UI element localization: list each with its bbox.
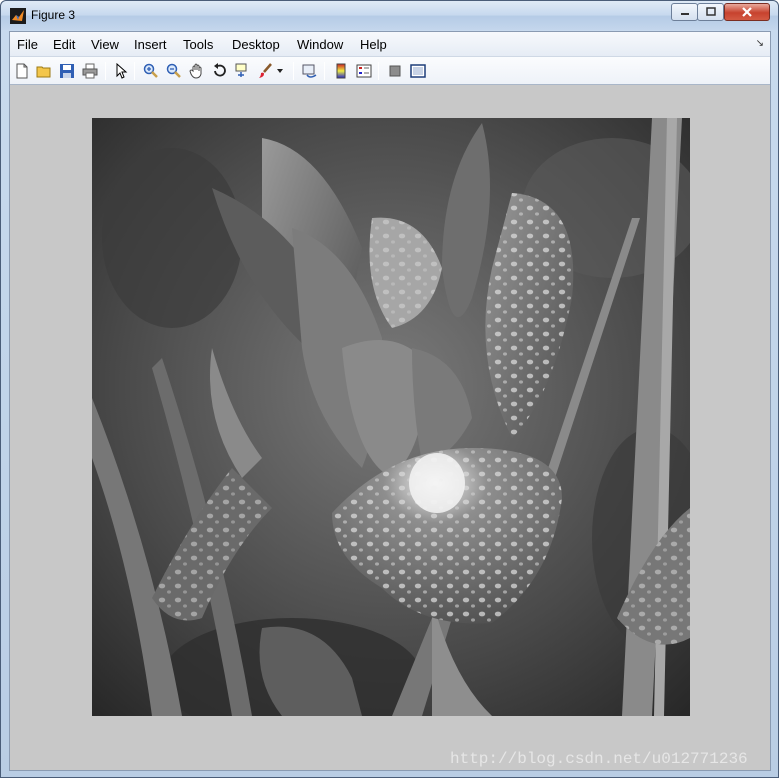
toolbar-separator bbox=[293, 62, 294, 80]
brush-icon bbox=[259, 63, 272, 78]
edit-plot-button[interactable] bbox=[111, 61, 131, 81]
close-button[interactable] bbox=[724, 3, 770, 21]
hide-plot-tools-icon bbox=[389, 65, 401, 77]
brush-dropdown[interactable] bbox=[275, 61, 285, 81]
menu-insert[interactable]: Insert bbox=[134, 37, 167, 52]
zoom-in-icon bbox=[143, 63, 158, 78]
zoom-out-icon bbox=[166, 63, 181, 78]
menu-tools[interactable]: Tools bbox=[183, 37, 213, 52]
pan-hand-icon bbox=[189, 63, 202, 79]
figure-canvas bbox=[10, 86, 770, 770]
menu-bar: File Edit View Insert Tools Desktop Wind… bbox=[10, 32, 770, 57]
insert-colorbar-icon bbox=[336, 63, 346, 79]
title-bar[interactable]: Figure 3 bbox=[1, 1, 778, 30]
data-cursor-icon bbox=[235, 63, 247, 77]
edit-plot-arrow-icon bbox=[116, 63, 128, 79]
iris-flower-image bbox=[92, 118, 690, 716]
toolbar-separator bbox=[105, 62, 106, 80]
show-plot-tools-button[interactable] bbox=[408, 61, 428, 81]
maximize-button[interactable] bbox=[697, 3, 724, 21]
toolbar-separator bbox=[378, 62, 379, 80]
rotate-3d-button[interactable] bbox=[210, 61, 230, 81]
print-icon bbox=[82, 63, 98, 79]
zoom-in-button[interactable] bbox=[141, 61, 161, 81]
menu-view[interactable]: View bbox=[91, 37, 119, 52]
show-plot-tools-icon bbox=[410, 64, 426, 78]
watermark-text: http://blog.csdn.net/u012771236 bbox=[450, 750, 748, 768]
open-file-icon bbox=[36, 66, 51, 78]
data-cursor-button[interactable] bbox=[233, 61, 253, 81]
open-file-button[interactable] bbox=[34, 61, 54, 81]
menu-edit[interactable]: Edit bbox=[53, 37, 75, 52]
link-plot-button[interactable] bbox=[300, 61, 320, 81]
print-button[interactable] bbox=[80, 61, 100, 81]
save-icon bbox=[60, 64, 74, 78]
hide-plot-tools-button[interactable] bbox=[385, 61, 405, 81]
save-button[interactable] bbox=[57, 61, 77, 81]
minimize-button[interactable] bbox=[671, 3, 698, 21]
matlab-icon bbox=[10, 8, 26, 24]
insert-legend-icon bbox=[356, 64, 372, 78]
menu-help[interactable]: Help bbox=[360, 37, 387, 52]
menu-window[interactable]: Window bbox=[297, 37, 343, 52]
zoom-out-button[interactable] bbox=[164, 61, 184, 81]
toolbar-separator bbox=[134, 62, 135, 80]
insert-legend-button[interactable] bbox=[354, 61, 374, 81]
figure-client-area: File Edit View Insert Tools Desktop Wind… bbox=[9, 31, 771, 771]
figure-window: Figure 3 File Edit View Insert Tools Des… bbox=[0, 0, 779, 778]
menu-file[interactable]: File bbox=[17, 37, 38, 52]
dock-arrow-icon[interactable]: ↘ bbox=[756, 38, 764, 49]
restore-icon bbox=[705, 7, 716, 16]
figure-toolbar bbox=[10, 57, 770, 85]
menu-desktop[interactable]: Desktop bbox=[232, 37, 280, 52]
displayed-image[interactable] bbox=[92, 118, 690, 716]
new-figure-button[interactable] bbox=[12, 61, 32, 81]
brush-button[interactable] bbox=[256, 61, 276, 81]
link-plot-icon bbox=[302, 64, 317, 78]
rotate-3d-icon bbox=[214, 63, 226, 77]
pan-button[interactable] bbox=[187, 61, 207, 81]
new-figure-icon bbox=[16, 63, 28, 79]
window-title: Figure 3 bbox=[31, 8, 76, 22]
chevron-down-icon bbox=[277, 69, 283, 73]
toolbar-separator bbox=[324, 62, 325, 80]
minimize-icon bbox=[680, 13, 689, 15]
close-icon bbox=[742, 7, 752, 17]
insert-colorbar-button[interactable] bbox=[331, 61, 351, 81]
